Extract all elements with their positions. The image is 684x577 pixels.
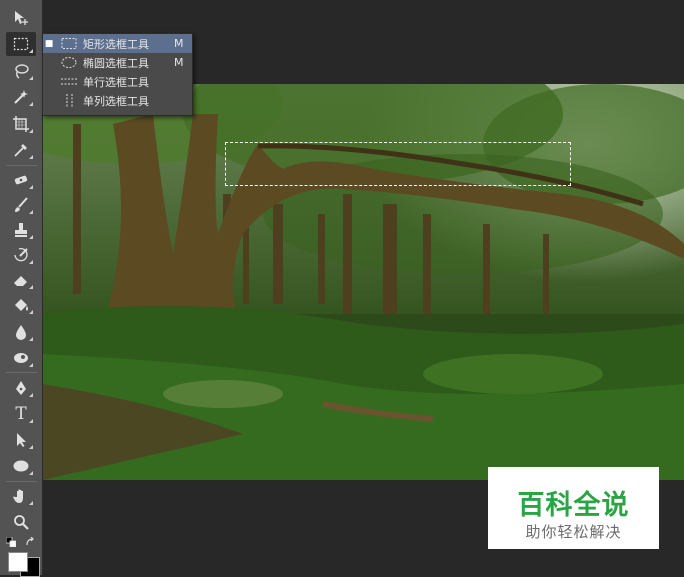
flyout-item-single-column-marquee[interactable]: 单列选框工具 xyxy=(43,91,192,110)
eraser-tool[interactable] xyxy=(6,268,36,292)
eyedropper-tool[interactable] xyxy=(6,138,36,162)
ellipse-icon xyxy=(13,460,29,472)
type-tool[interactable]: T xyxy=(6,402,36,426)
marquee-rect-icon xyxy=(61,38,77,49)
marquee-rect-icon xyxy=(13,37,29,51)
history-brush-tool[interactable] xyxy=(6,243,36,267)
pen-tool[interactable] xyxy=(6,376,36,400)
crop-icon xyxy=(13,116,29,132)
single-column-icon xyxy=(66,93,72,108)
flyout-item-rectangular-marquee[interactable]: ■ 矩形选框工具 M xyxy=(43,34,192,53)
tools-panel: T xyxy=(0,0,43,577)
zoom-tool[interactable] xyxy=(6,510,36,534)
paint-bucket-tool[interactable] xyxy=(6,293,36,317)
clone-stamp-tool[interactable] xyxy=(6,218,36,242)
dodge-tool[interactable] xyxy=(6,346,36,370)
watermark: 百科全说 助你轻松解决 xyxy=(488,467,659,549)
magic-wand-tool[interactable] xyxy=(6,85,36,109)
type-icon: T xyxy=(15,404,27,424)
bandage-icon xyxy=(14,175,28,185)
flyout-shortcut: M xyxy=(174,56,184,69)
move-tool[interactable] xyxy=(6,6,36,30)
flyout-label: 椭圆选框工具 xyxy=(83,56,149,70)
spot-healing-tool[interactable] xyxy=(6,168,36,192)
rectangular-marquee-tool[interactable] xyxy=(6,32,36,56)
flyout-shortcut: M xyxy=(174,37,184,50)
hand-icon xyxy=(13,489,23,503)
selection-marquee[interactable] xyxy=(225,142,571,186)
brush-icon xyxy=(15,197,28,212)
zoom-icon xyxy=(14,515,29,530)
flyout-item-single-row-marquee[interactable]: 单行选框工具 xyxy=(43,72,192,91)
single-row-icon xyxy=(61,78,77,85)
hand-tool[interactable] xyxy=(6,484,36,508)
marquee-ellipse-icon xyxy=(61,57,77,68)
paint-bucket-icon xyxy=(15,299,28,311)
watermark-subtitle: 助你轻松解决 xyxy=(525,523,622,541)
eyedropper-icon xyxy=(14,144,27,157)
flyout-label: 矩形选框工具 xyxy=(83,37,149,51)
magic-wand-icon xyxy=(14,90,28,104)
flyout-label: 单行选框工具 xyxy=(83,75,149,89)
default-colors-icon[interactable] xyxy=(6,537,16,547)
marquee-tool-flyout: ■ 矩形选框工具 M 椭圆选框工具 M 单行选框工具 单列选框工具 xyxy=(42,33,193,116)
lasso-tool[interactable] xyxy=(6,59,36,83)
arrow-icon xyxy=(17,433,26,447)
flyout-label: 单列选框工具 xyxy=(83,94,149,108)
history-brush-icon xyxy=(14,248,28,262)
swap-colors-icon[interactable] xyxy=(26,537,36,547)
brush-tool[interactable] xyxy=(6,193,36,217)
watermark-title: 百科全说 xyxy=(517,490,630,521)
pen-icon xyxy=(16,381,26,395)
drop-icon xyxy=(16,325,26,340)
ellipse-tool[interactable] xyxy=(6,454,36,478)
selected-bullet: ■ xyxy=(44,38,54,49)
move-icon xyxy=(15,11,28,25)
path-selection-tool[interactable] xyxy=(6,428,36,452)
lasso-icon xyxy=(15,64,29,79)
blur-tool[interactable] xyxy=(6,320,36,344)
crop-tool[interactable] xyxy=(6,112,36,136)
stamp-icon xyxy=(15,223,27,237)
flyout-item-elliptical-marquee[interactable]: 椭圆选框工具 M xyxy=(43,53,192,72)
eraser-icon xyxy=(14,276,27,286)
dodge-icon xyxy=(14,353,28,363)
foreground-color-swatch[interactable] xyxy=(8,552,28,572)
